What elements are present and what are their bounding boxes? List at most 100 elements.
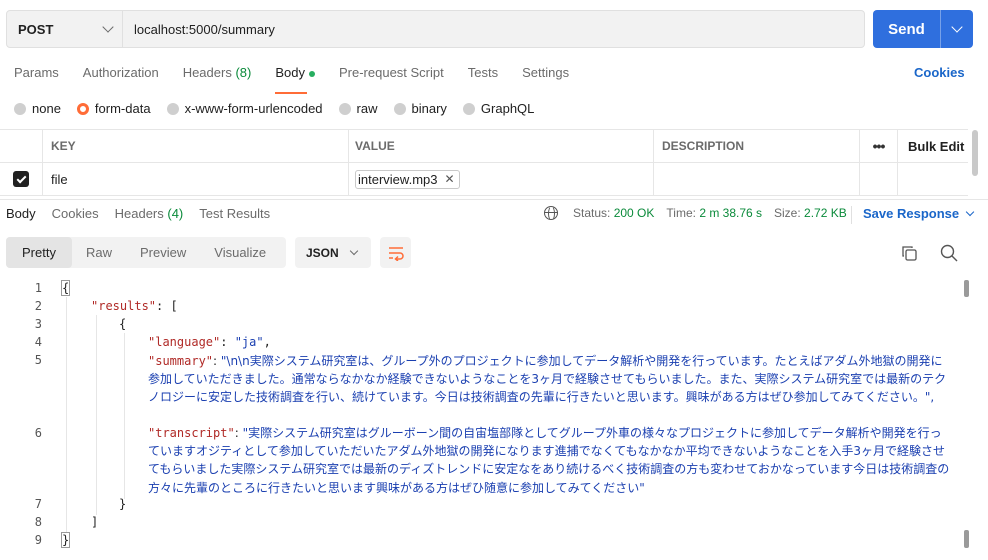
radio-form-data-label: form-data — [94, 101, 151, 116]
view-raw[interactable]: Raw — [72, 237, 126, 268]
chevron-down-icon — [349, 246, 359, 255]
save-divider — [851, 206, 852, 224]
response-tab-cookies[interactable]: Cookies — [52, 206, 99, 221]
radio-circle-icon — [338, 102, 351, 115]
response-view-tabs: Pretty Raw Preview Visualize — [6, 237, 286, 268]
url-bar: POST localhost:5000/summary — [6, 10, 865, 48]
json-results-line: "results": [ — [91, 299, 178, 313]
send-button[interactable]: Send — [873, 10, 940, 48]
json-summary-line: "summary": "\n\n実際システム研究室は、グループ外のプロジェクトに… — [148, 352, 953, 407]
json-key-summary: "summary" — [148, 354, 214, 368]
json-transcript-value: "実際システム研究室はグルーボーン間の自宙塩部隊としてグループ外車の様々なプロジ… — [148, 426, 950, 495]
search-icon[interactable] — [940, 244, 958, 262]
status-value: 200 OK — [613, 206, 655, 220]
json-open-brace: { — [60, 280, 71, 296]
tab-prerequest-script[interactable]: Pre-request Script — [339, 65, 444, 83]
size-value: 2.72 KB — [804, 206, 847, 220]
chevron-down-icon — [951, 21, 963, 33]
line-number: 1 — [34, 281, 42, 295]
radio-raw-label: raw — [356, 101, 378, 116]
json-key-transcript: "transcript" — [148, 426, 235, 440]
code-scrollbar-top[interactable] — [964, 280, 969, 297]
tab-tests[interactable]: Tests — [468, 65, 498, 83]
time-stat: Time: 2 m 38.76 s — [666, 206, 762, 220]
response-body-code[interactable]: 1 2 3 4 5 6 7 8 9 { "results": [ { "lang… — [0, 279, 988, 560]
json-object-close: } — [119, 497, 127, 511]
radio-circle-icon — [166, 102, 179, 115]
table-header-row: KEY VALUE DESCRIPTION ••• Bulk Edit — [0, 130, 968, 163]
send-button-group: Send — [873, 10, 973, 48]
send-options-button[interactable] — [941, 10, 973, 48]
json-language-line: "language": "ja", — [148, 335, 271, 349]
radio-binary[interactable]: binary — [393, 101, 447, 116]
status-label: Status: — [573, 206, 611, 220]
tab-headers[interactable]: Headers (8) — [183, 65, 252, 83]
tab-authorization[interactable]: Authorization — [83, 65, 159, 83]
size-stat: Size: 2.72 KB — [774, 206, 847, 220]
request-tabs: Params Authorization Headers (8) Body Pr… — [14, 65, 593, 94]
copy-icon[interactable] — [901, 245, 917, 261]
response-headers-label: Headers — [114, 206, 164, 221]
radio-circle-icon — [14, 102, 26, 115]
wrap-lines-icon — [388, 246, 404, 261]
view-visualize[interactable]: Visualize — [200, 237, 280, 268]
line-number: 9 — [34, 533, 42, 547]
headers-count: (8) — [235, 65, 252, 80]
tab-body[interactable]: Body — [275, 65, 315, 94]
save-response-label: Save Response — [863, 206, 960, 221]
checkbox-icon[interactable] — [13, 171, 29, 187]
radio-selected-icon — [76, 102, 89, 115]
view-preview[interactable]: Preview — [126, 237, 200, 268]
response-tab-body[interactable]: Body — [6, 206, 36, 221]
format-select[interactable]: JSON — [295, 237, 371, 268]
json-key-results: "results" — [91, 299, 157, 313]
line-number: 8 — [34, 515, 42, 529]
header-key: KEY — [43, 130, 349, 162]
header-select-cell — [0, 130, 43, 162]
json-close-brace: } — [60, 532, 71, 548]
code-scrollbar-bottom[interactable] — [964, 530, 969, 548]
more-options-icon[interactable]: ••• — [860, 130, 898, 162]
row-key[interactable]: file — [43, 163, 349, 195]
method-label: POST — [18, 21, 54, 37]
tab-headers-label: Headers — [182, 65, 232, 80]
json-object-open: { — [119, 317, 127, 331]
status-stat: Status: 200 OK — [573, 206, 654, 220]
table-row: file interview.mp3 ✕ — [0, 163, 968, 196]
row-description[interactable] — [654, 163, 860, 195]
radio-form-data[interactable]: form-data — [76, 101, 151, 116]
radio-urlencoded[interactable]: x-www-form-urlencoded — [166, 101, 323, 116]
chevron-down-icon — [965, 207, 975, 217]
radio-raw[interactable]: raw — [338, 101, 378, 116]
response-bar: Body Cookies Headers (4) Test Results St… — [0, 199, 988, 229]
remove-file-icon[interactable]: ✕ — [444, 172, 454, 186]
globe-icon[interactable] — [544, 206, 558, 221]
radio-none[interactable]: none — [14, 101, 61, 116]
cookies-link[interactable]: Cookies — [914, 65, 965, 80]
tab-params[interactable]: Params — [14, 65, 59, 83]
tab-settings[interactable]: Settings — [522, 65, 569, 83]
method-select[interactable]: POST — [7, 11, 123, 47]
size-label: Size: — [774, 206, 801, 220]
url-input[interactable]: localhost:5000/summary — [123, 11, 275, 47]
json-results-close: ] — [91, 515, 99, 529]
response-tabs: Body Cookies Headers (4) Test Results — [6, 206, 286, 221]
radio-binary-label: binary — [411, 101, 447, 116]
response-tab-test-results[interactable]: Test Results — [199, 206, 270, 221]
tab-body-label: Body — [275, 65, 305, 80]
wrap-lines-button[interactable] — [380, 237, 411, 268]
response-tab-headers[interactable]: Headers (4) — [115, 206, 184, 221]
radio-graphql-label: GraphQL — [480, 101, 535, 116]
radio-graphql[interactable]: GraphQL — [462, 101, 535, 116]
bulk-edit-button[interactable]: Bulk Edit — [898, 130, 968, 162]
json-colon: : — [234, 426, 243, 440]
time-label: Time: — [666, 206, 696, 220]
checkmark — [16, 173, 26, 183]
row-spacer-2 — [898, 163, 968, 195]
json-summary-value: "\n\n実際システム研究室は、グループ外のプロジェクトに参加してデータ解析や開… — [148, 354, 947, 405]
table-scrollbar[interactable] — [972, 130, 978, 176]
view-pretty[interactable]: Pretty — [6, 237, 72, 268]
row-spacer — [860, 163, 898, 195]
line-number: 4 — [34, 335, 42, 349]
save-response-button[interactable]: Save Response — [863, 206, 975, 221]
